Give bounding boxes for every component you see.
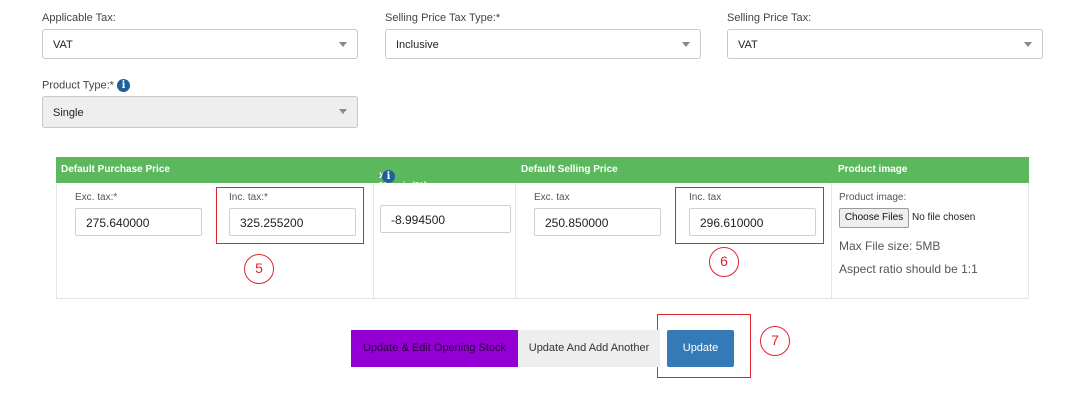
update-button[interactable]: Update xyxy=(667,330,734,367)
info-icon[interactable]: i xyxy=(117,79,131,92)
chevron-down-icon xyxy=(339,109,347,114)
header-margin: x Margin(%) i xyxy=(373,157,515,192)
applicable-tax-select[interactable]: VAT xyxy=(42,29,358,59)
product-type-value: Single xyxy=(53,107,84,119)
margin-input[interactable]: -8.994500 xyxy=(380,205,511,233)
aspect-ratio-text: Aspect ratio should be 1:1 xyxy=(839,262,978,276)
selling-price-tax-value: VAT xyxy=(738,39,758,51)
applicable-tax-value: VAT xyxy=(53,39,73,51)
chevron-down-icon xyxy=(682,42,690,47)
selling-price-tax-type-label: Selling Price Tax Type:* xyxy=(385,12,501,24)
annotation-circle-5: 5 xyxy=(244,254,274,284)
annotation-circle-7: 7 xyxy=(760,326,790,356)
annotation-circle-6: 6 xyxy=(709,247,739,277)
applicable-tax-label: Applicable Tax: xyxy=(42,12,116,24)
selling-price-tax-select[interactable]: VAT xyxy=(727,29,1043,59)
info-icon[interactable]: i xyxy=(382,170,395,183)
header-label: Default Purchase Price xyxy=(61,164,170,175)
product-type-label: Product Type:* xyxy=(42,79,114,92)
selling-price-tax-type-select[interactable]: Inclusive xyxy=(385,29,701,59)
header-default-purchase-price: Default Purchase Price xyxy=(56,157,373,183)
max-file-size-text: Max File size: 5MB xyxy=(839,239,941,253)
selling-exc-tax-input[interactable]: 250.850000 xyxy=(534,208,661,236)
annotation-box-5 xyxy=(216,187,364,244)
chevron-down-icon xyxy=(1024,42,1032,47)
selling-price-tax-type-value: Inclusive xyxy=(396,39,439,51)
chevron-down-icon xyxy=(339,42,347,47)
no-file-chosen-text: No file chosen xyxy=(912,212,976,223)
product-image-label: Product image: xyxy=(839,192,907,203)
product-type-select: Single xyxy=(42,96,358,128)
purchase-exc-tax-input[interactable]: 275.640000 xyxy=(75,208,202,236)
header-label: Default Selling Price xyxy=(521,164,618,175)
choose-files-button[interactable]: Choose Files xyxy=(839,208,909,228)
header-product-image: Product image xyxy=(832,157,1029,183)
margin-cell xyxy=(374,183,516,299)
update-and-add-another-button[interactable]: Update And Add Another xyxy=(518,330,660,367)
annotation-box-6 xyxy=(675,187,824,244)
purchase-exc-tax-label: Exc. tax:* xyxy=(75,192,118,203)
selling-price-tax-label: Selling Price Tax: xyxy=(727,12,812,24)
update-edit-opening-stock-button[interactable]: Update & Edit Opening Stock xyxy=(351,330,518,367)
header-default-selling-price: Default Selling Price xyxy=(515,157,832,183)
selling-exc-tax-label: Exc. tax xyxy=(534,192,570,203)
header-label: Product image xyxy=(838,164,908,175)
product-type-label-row: Product Type:* i xyxy=(42,79,131,92)
